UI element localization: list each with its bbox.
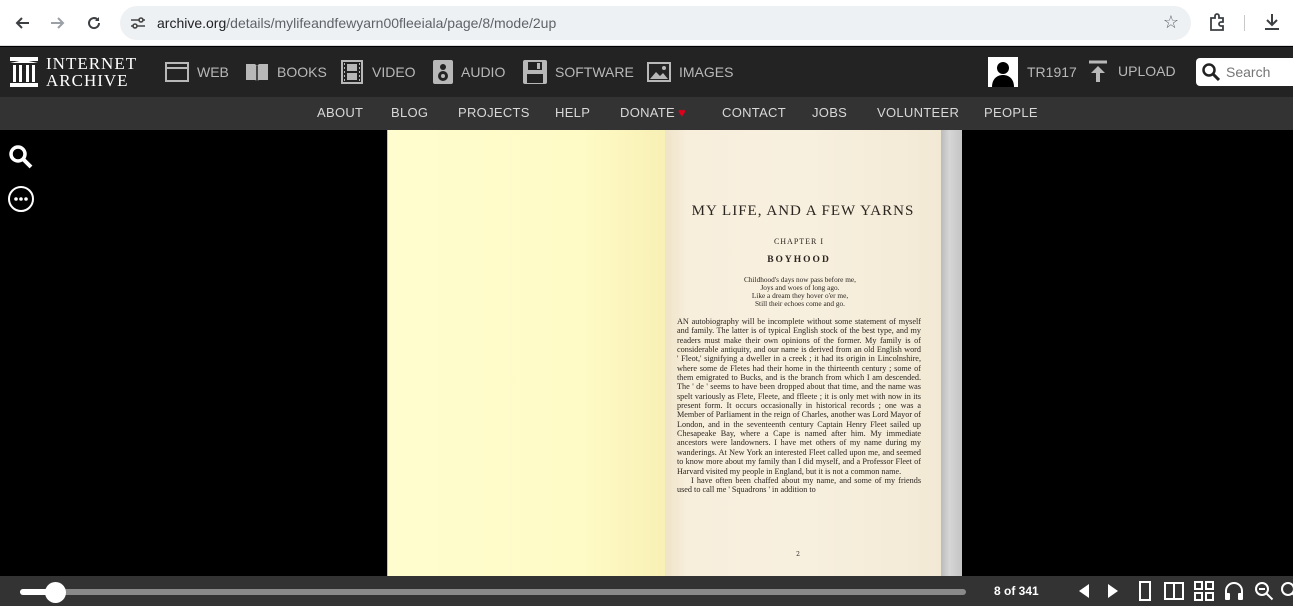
subnav-people[interactable]: PEOPLE	[984, 105, 1038, 120]
nav-audio-label: AUDIO	[461, 64, 506, 80]
paragraph: AN autobiography will be incomplete with…	[677, 317, 921, 476]
nav-video[interactable]: VIDEO	[340, 60, 416, 84]
nav-software-label: SOFTWARE	[555, 64, 634, 80]
search-box[interactable]	[1196, 58, 1293, 86]
page-indicator: 8 of 341	[994, 584, 1039, 598]
subnav-projects[interactable]: PROJECTS	[458, 105, 530, 120]
paragraph: I have often been chaffed about my name,…	[677, 475, 921, 495]
archive-building-icon	[10, 57, 38, 87]
reload-icon[interactable]	[80, 9, 108, 37]
upload-label: UPLOAD	[1118, 63, 1176, 79]
book-title: MY LIFE, AND A FEW YARNS	[691, 203, 915, 219]
speaker-icon	[433, 60, 453, 84]
page-body-text: AN autobiography will be incomplete with…	[677, 317, 921, 495]
search-icon	[1202, 63, 1220, 81]
read-aloud-headphones-icon[interactable]	[1224, 581, 1244, 601]
book-reader: MY LIFE, AND A FEW YARNS CHAPTER I BOYHO…	[0, 130, 1293, 576]
epigraph-poem: Childhood's days now pass before me, Joy…	[665, 276, 935, 308]
browser-toolbar: archive.org/details/mylifeandfewyarn00fl…	[0, 0, 1293, 46]
book-icon	[246, 64, 268, 81]
bookmark-star-icon[interactable]: ☆	[1163, 12, 1179, 33]
nav-software[interactable]: SOFTWARE	[523, 60, 634, 84]
avatar	[988, 57, 1018, 87]
nav-web[interactable]: WEB	[165, 60, 229, 84]
upload-icon	[1089, 60, 1107, 82]
more-options-icon[interactable]	[8, 186, 34, 212]
subnav-blog[interactable]: BLOG	[391, 105, 428, 120]
zoom-out-icon[interactable]	[1254, 581, 1274, 601]
next-page-icon[interactable]	[1103, 581, 1123, 601]
address-bar[interactable]: archive.org/details/mylifeandfewyarn00fl…	[120, 6, 1191, 40]
subnav-donate[interactable]: DONATE ♥	[620, 105, 686, 120]
reader-nav-bar: 8 of 341	[0, 576, 1293, 606]
two-page-view-icon[interactable]	[1164, 581, 1184, 601]
zoom-in-icon[interactable]	[1280, 581, 1293, 601]
ia-sub-nav: ABOUT BLOG PROJECTS HELP DONATE ♥ CONTACT…	[0, 97, 1293, 130]
user-menu[interactable]: TR1917	[988, 57, 1077, 87]
one-page-view-icon[interactable]	[1135, 581, 1155, 601]
page-slider-handle[interactable]	[44, 582, 66, 603]
forward-icon[interactable]	[44, 9, 72, 37]
nav-images-label: IMAGES	[679, 64, 734, 80]
subnav-help[interactable]: HELP	[555, 105, 590, 120]
page-signature-mark: 2	[796, 551, 800, 558]
nav-books-label: BOOKS	[277, 64, 327, 80]
chapter-heading: CHAPTER I	[773, 237, 825, 246]
web-icon	[165, 62, 189, 82]
image-icon	[647, 62, 671, 82]
prev-page-icon[interactable]	[1074, 581, 1094, 601]
download-icon[interactable]	[1260, 10, 1284, 34]
page-slider-track[interactable]	[20, 589, 966, 595]
nav-video-label: VIDEO	[372, 64, 416, 80]
nav-images[interactable]: IMAGES	[647, 60, 733, 84]
username: TR1917	[1027, 64, 1077, 80]
subnav-jobs[interactable]: JOBS	[812, 105, 847, 120]
nav-audio[interactable]: AUDIO	[433, 60, 505, 84]
site-settings-icon[interactable]	[128, 13, 148, 33]
logo-line-2: ARCHIVE	[46, 71, 129, 90]
back-icon[interactable]	[8, 9, 36, 37]
floppy-icon	[523, 60, 547, 84]
nav-web-label: WEB	[197, 64, 229, 80]
url-path: /details/mylifeandfewyarn00fleeiala/page…	[226, 15, 557, 31]
ia-logo-text: INTERNET ARCHIVE	[46, 55, 137, 89]
ia-logo[interactable]: INTERNET ARCHIVE	[10, 55, 137, 89]
right-page[interactable]: MY LIFE, AND A FEW YARNS CHAPTER I BOYHO…	[665, 130, 941, 576]
chapter-title: BOYHOOD	[767, 255, 831, 265]
heart-icon: ♥	[678, 105, 687, 120]
logo-line-1: INTERNET	[46, 54, 138, 73]
subnav-about[interactable]: ABOUT	[317, 105, 363, 120]
url-text[interactable]: archive.org/details/mylifeandfewyarn00fl…	[157, 15, 556, 31]
upload-button[interactable]: UPLOAD	[1088, 60, 1176, 82]
subnav-contact[interactable]: CONTACT	[722, 105, 786, 120]
url-host: archive.org	[157, 15, 227, 31]
nav-books[interactable]: BOOKS	[245, 60, 327, 84]
book-spread: MY LIFE, AND A FEW YARNS CHAPTER I BOYHO…	[387, 130, 962, 576]
toolbar-divider	[1244, 15, 1245, 31]
page-stack-edge	[941, 130, 962, 576]
subnav-donate-label: DONATE	[620, 105, 676, 120]
left-page-blank[interactable]	[387, 130, 665, 576]
extensions-icon[interactable]	[1206, 10, 1230, 34]
poem-line: Still their echoes come and go.	[755, 299, 845, 308]
film-icon	[341, 60, 363, 84]
thumbnail-view-icon[interactable]	[1194, 581, 1214, 601]
subnav-volunteer[interactable]: VOLUNTEER	[877, 105, 959, 120]
ia-top-nav: INTERNET ARCHIVE WEB BOOKS VIDEO AUDIO S…	[0, 47, 1293, 97]
search-input[interactable]	[1226, 64, 1293, 80]
search-inside-icon[interactable]	[8, 144, 34, 170]
